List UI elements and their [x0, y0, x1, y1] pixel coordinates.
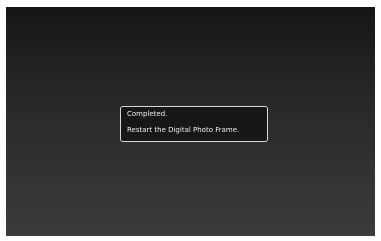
- dialog-title: Completed.: [127, 110, 168, 118]
- screen-background: Completed. Restart the Digital Photo Fra…: [6, 7, 375, 236]
- dialog-message: Restart the Digital Photo Frame.: [127, 126, 240, 134]
- completion-dialog: Completed. Restart the Digital Photo Fra…: [120, 106, 268, 142]
